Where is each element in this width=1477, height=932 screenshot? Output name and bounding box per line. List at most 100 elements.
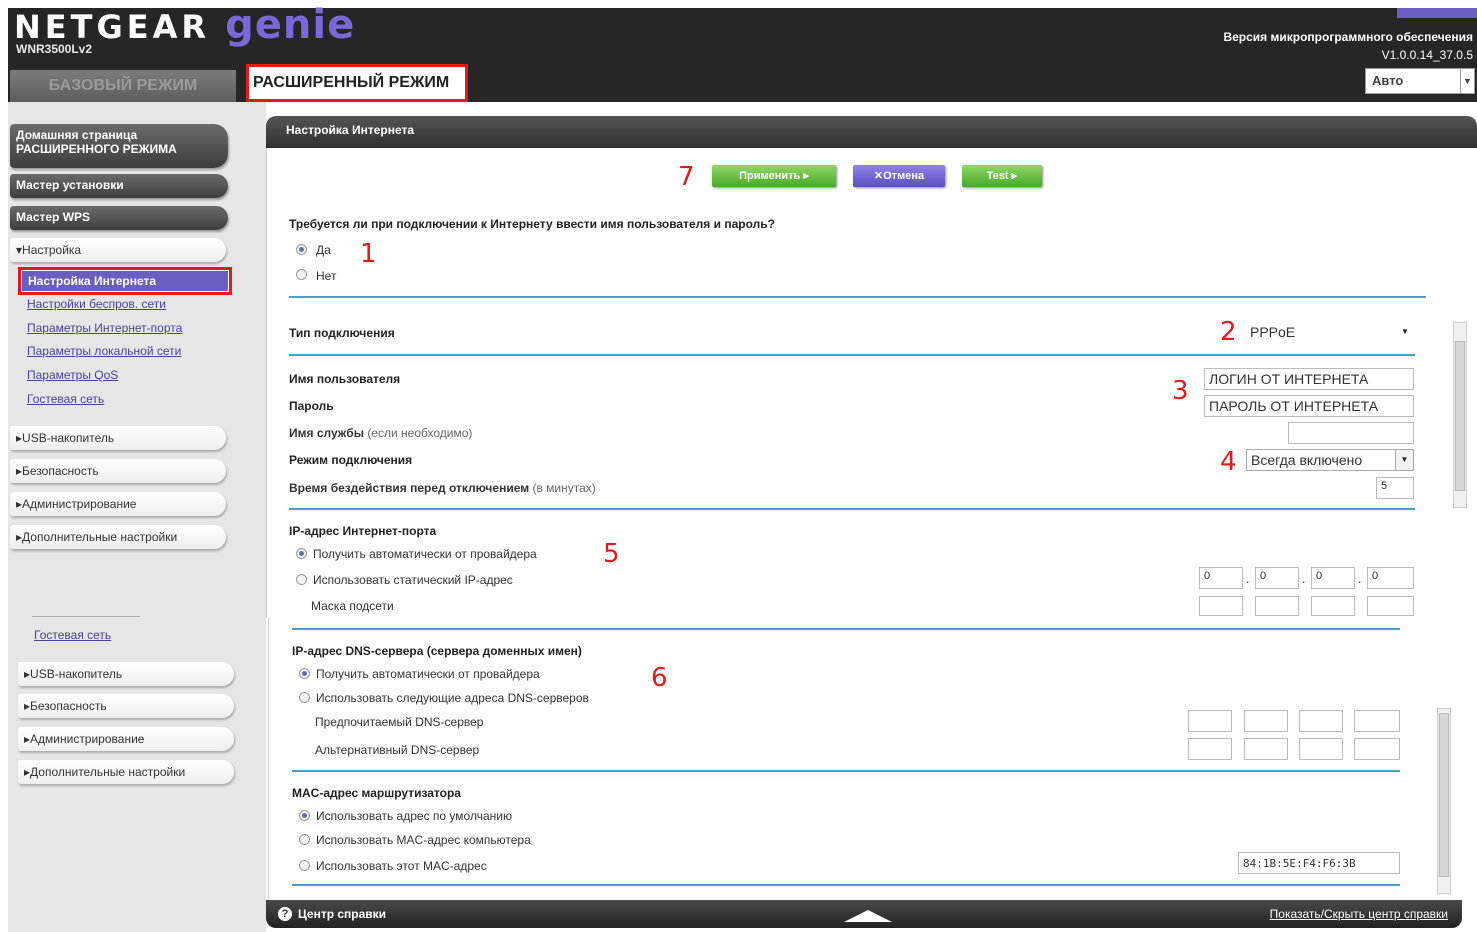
login-no-radio[interactable] [296,269,307,280]
wan-ip-octet-1[interactable]: 0 [1199,567,1243,589]
login-yes-label: Да [316,243,331,257]
connection-mode-select[interactable]: Всегда включено ▼ [1246,449,1414,471]
sidebar-section-usb-repeat[interactable]: ▸USB-накопитель [18,662,234,686]
divider [289,354,1415,356]
username-label: Имя пользователя [289,372,401,386]
firmware-label: Версия микропрограммного обеспечения [1223,30,1473,44]
login-question: Требуется ли при подключении к Интернету… [289,217,775,231]
annotation-4: 4 [1220,447,1237,477]
divider [289,296,1426,298]
annotation-1: 1 [360,239,377,269]
sidebar-home-button[interactable]: Домашняя страница РАСШИРЕННОГО РЕЖИМА [10,124,228,168]
wan-ip-auto-radio[interactable] [296,548,307,559]
dns-primary-octet-4[interactable] [1354,710,1400,732]
connection-type-select[interactable]: PPPoE ▼ [1246,322,1414,344]
mac-custom-label: Использовать этот MAC-адрес [316,859,487,873]
mac-computer-label: Использовать MAC-адрес компьютера [316,833,531,847]
wan-ip-static-radio[interactable] [296,574,307,585]
wan-ip-octet-4[interactable]: 0 [1367,567,1414,589]
toggle-help-link[interactable]: Показать/Скрыть центр справки [1270,907,1448,921]
service-name-text: Имя службы [289,426,364,440]
idle-time-input[interactable]: 5 [1376,477,1414,499]
idle-time-text: Время бездействия перед отключением [289,481,530,495]
wan-ip-auto-label: Получить автоматически от провайдера [313,547,537,561]
sidebar-item-wireless[interactable]: Настройки беспров. сети [27,297,166,311]
dns-manual-radio[interactable] [299,692,310,703]
dns-secondary-octet-3[interactable] [1299,738,1343,760]
dns-auto-radio[interactable] [299,668,310,679]
dns-secondary-label: Альтернативный DNS-сервер [315,743,480,757]
mac-custom-radio[interactable] [299,860,310,871]
sidebar-divider [32,616,140,617]
scrollbar-thumb[interactable] [1439,713,1449,877]
language-select[interactable]: Авто ▼ [1365,68,1475,94]
sidebar-item-wan[interactable]: Параметры Интернет-порта [27,321,182,335]
annotation-5: 5 [603,539,620,569]
subnet-octet-1[interactable] [1199,596,1243,616]
sidebar-section-security[interactable]: ▸Безопасность [10,459,226,483]
sidebar-section-admin[interactable]: ▸Администрирование [10,492,226,516]
chevron-down-icon: ▼ [1401,327,1409,336]
wan-ip-octet-3[interactable]: 0 [1311,567,1355,589]
dns-primary-octet-2[interactable] [1244,710,1288,732]
service-name-hint: (если необходимо) [367,426,473,440]
sidebar-item-label: Настройка Интернета [22,271,228,291]
tab-advanced-mode[interactable]: РАСШИРЕННЫЙ РЕЖИМ [246,64,468,102]
ip-dot: . [1358,572,1362,586]
sidebar-section-security-repeat[interactable]: ▸Безопасность [18,694,234,718]
subnet-octet-4[interactable] [1367,596,1414,616]
model-name: WNR3500Lv2 [16,42,93,56]
scrollbar-bottom[interactable] [1437,708,1451,894]
tab-basic-mode[interactable]: БАЗОВЫЙ РЕЖИМ [10,70,236,102]
help-icon[interactable]: ? [278,907,292,921]
divider [292,770,1400,772]
language-value: Авто [1372,73,1404,88]
sidebar-section-advanced[interactable]: ▸Дополнительные настройки [10,525,226,549]
sidebar-wizard-button[interactable]: Мастер установки [10,174,228,198]
connection-type-label: Тип подключения [289,326,395,340]
test-button[interactable]: Test ▸ [962,165,1042,187]
dns-secondary-octet-4[interactable] [1354,738,1400,760]
panel-title: Настройка Интернета [266,116,1477,148]
idle-time-label: Время бездействия перед отключением (в м… [289,481,596,495]
sidebar-item-qos[interactable]: Параметры QoS [27,368,118,382]
username-input[interactable]: ЛОГИН ОТ ИНТЕРНЕТА [1204,368,1414,390]
wan-ip-octet-2[interactable]: 0 [1255,567,1299,589]
scrollbar-top[interactable] [1453,322,1467,508]
subnet-octet-3[interactable] [1311,596,1355,616]
sidebar-wps-button[interactable]: Мастер WPS [10,206,228,230]
dns-primary-octet-3[interactable] [1299,710,1343,732]
genie-text: genie [225,2,356,48]
cancel-button[interactable]: ✕Отмена [853,165,945,187]
mac-address-input[interactable]: 84:1B:5E:F4:F6:3B [1238,852,1400,874]
dns-secondary-octet-1[interactable] [1188,738,1232,760]
top-accent [1397,8,1477,18]
sidebar-item-internet-setup[interactable]: Настройка Интернета [18,267,232,295]
login-yes-radio[interactable] [296,244,307,255]
help-center-label[interactable]: Центр справки [298,907,386,921]
sidebar-item-guest-repeat[interactable]: Гостевая сеть [34,628,111,642]
connection-mode-label: Режим подключения [289,453,413,467]
sidebar-item-lan[interactable]: Параметры локальной сети [27,344,181,358]
annotation-3: 3 [1172,376,1189,406]
subnet-octet-2[interactable] [1255,596,1299,616]
dns-primary-octet-1[interactable] [1188,710,1232,732]
sidebar-section-admin-repeat[interactable]: ▸Администрирование [18,727,234,751]
sidebar-section-advanced-repeat[interactable]: ▸Дополнительные настройки [18,760,234,784]
password-input[interactable]: ПАРОЛЬ ОТ ИНТЕРНЕТА [1204,395,1414,417]
dns-secondary-octet-2[interactable] [1244,738,1288,760]
expand-arrow-icon[interactable] [844,910,892,922]
subnet-mask-label: Маска подсети [311,599,394,613]
password-label: Пароль [289,399,334,413]
mac-section-title: MAC-адрес маршрутизатора [292,786,461,800]
mac-default-radio[interactable] [299,810,310,821]
sidebar-section-usb[interactable]: ▸USB-накопитель [10,426,226,450]
sidebar-item-guest[interactable]: Гостевая сеть [27,392,104,406]
service-name-input[interactable] [1288,422,1414,444]
sidebar-setup-toggle[interactable]: ▾Настройка [10,238,226,262]
dns-primary-label: Предпочитаемый DNS-сервер [315,715,484,729]
scrollbar-thumb[interactable] [1455,341,1465,491]
mac-computer-radio[interactable] [299,834,310,845]
wan-ip-static-label: Использовать статический IP-адрес [313,573,513,587]
apply-button[interactable]: Применить ▸ [712,165,836,187]
